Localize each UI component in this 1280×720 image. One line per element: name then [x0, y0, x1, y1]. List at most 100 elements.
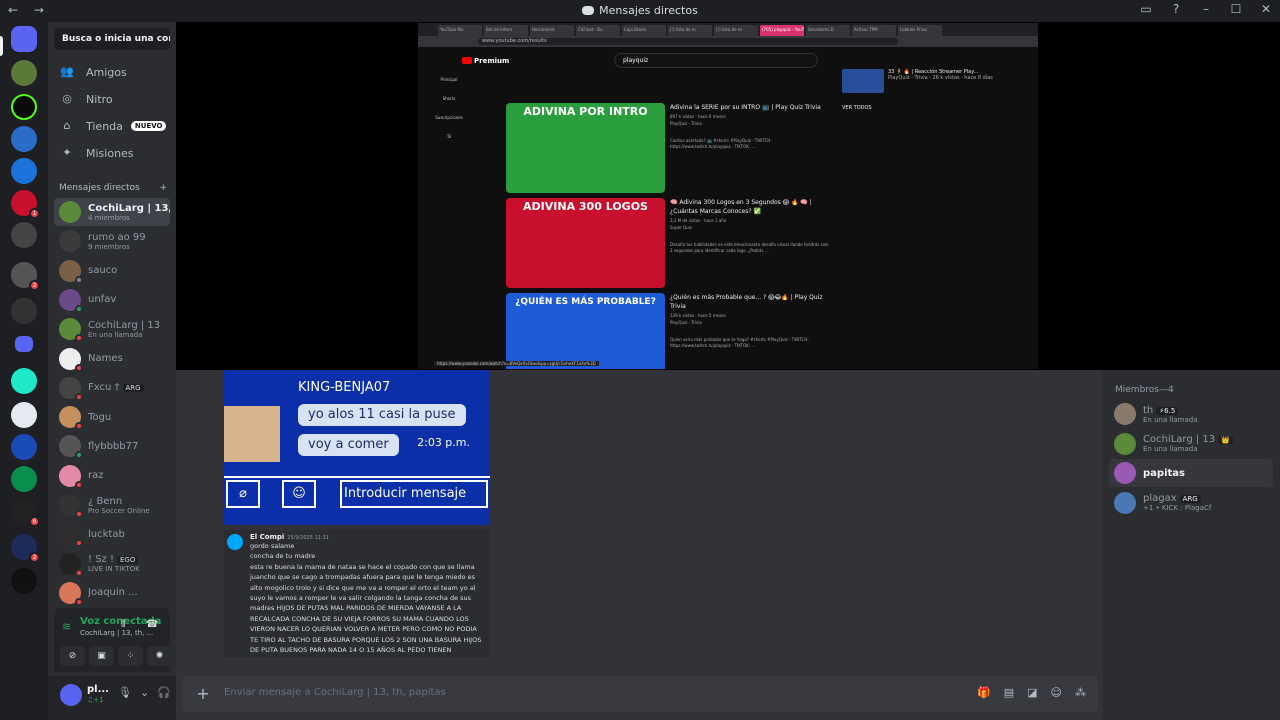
member-list-header: Miembros—4 — [1115, 385, 1174, 395]
inbox-icon[interactable]: ▭ — [1140, 2, 1152, 16]
member-item[interactable]: plagax ARG +1 • KICK : PlagaCf — [1109, 489, 1273, 517]
screenshare-button[interactable]: ▣ — [89, 646, 114, 666]
new-badge: NUEVO — [130, 121, 167, 131]
dm-item[interactable]: raz — [54, 462, 170, 490]
dm-item[interactable]: lucktab — [54, 520, 170, 548]
video-description: Desafía tus habilidades en este emociona… — [670, 242, 829, 253]
minimize-button[interactable]: – — [1200, 2, 1212, 16]
server-icon[interactable] — [11, 368, 37, 394]
dm-item[interactable]: sauco — [54, 257, 170, 285]
sidebar-item-label: Tienda — [86, 119, 123, 133]
dm-item[interactable]: Togu — [54, 403, 170, 431]
server-folder[interactable] — [11, 222, 37, 248]
dm-item[interactable]: ! Sz ! EGO LIVE IN TIKTOK — [54, 550, 170, 578]
folder-icon[interactable] — [15, 336, 33, 352]
member-sub: En una llamada — [1143, 415, 1198, 424]
avatar — [59, 581, 83, 606]
sidebar-item-tienda[interactable]: ⌂ Tienda NUEVO — [54, 114, 170, 138]
dm-header: Mensajes directos + — [59, 183, 167, 193]
avatar[interactable] — [60, 684, 82, 706]
soundboard-button[interactable]: ✺ — [147, 646, 172, 666]
shop-icon: ⌂ — [63, 119, 71, 132]
camera-off-button[interactable]: ⊘ — [60, 646, 85, 666]
voice-channel[interactable]: CochiLarg | 13, th, ... — [80, 629, 153, 637]
sidebar-item-misiones[interactable]: ✦ Misiones — [54, 141, 170, 165]
browser-tab: (705) playquiz - YouTu — [760, 25, 804, 36]
server-icon[interactable]: 6 — [11, 498, 40, 527]
server-icon[interactable] — [11, 434, 37, 460]
dm-item[interactable]: ¿ Benn Pro Soccer Online — [54, 491, 170, 519]
activities-button[interactable]: ⁘ — [118, 646, 143, 666]
headphones-icon[interactable]: 🎧 — [157, 686, 171, 699]
dm-tag: ARG — [122, 384, 144, 393]
message[interactable]: El Compi 25/9/2025 11:31 gordo salame conc… — [224, 530, 490, 657]
member-sub: +1 • KICK : PlagaCf — [1143, 504, 1212, 512]
user-name[interactable]: pl... — [87, 684, 109, 695]
chevron-down-icon[interactable]: ⌄ — [140, 686, 149, 699]
sticker-icon[interactable]: ◪ — [1027, 686, 1037, 699]
dm-item[interactable]: CochiLarg | 13,...4 miembros — [54, 198, 170, 226]
composer-tools: 🎁 ▤ ◪ ☺ ⁂ — [977, 686, 1086, 699]
attachment-image[interactable]: KING-BENJA07 yo alos 11 casi la puse voy… — [224, 370, 490, 525]
dm-name: Joaquin ... — [88, 587, 138, 599]
server-folder[interactable]: 2 — [11, 534, 40, 563]
message-input[interactable]: Enviar mensaje a CochiLarg | 13, th, pap… — [224, 687, 446, 698]
create-dm-button[interactable]: + — [159, 183, 167, 193]
sidebar-item-nitro[interactable]: ◎ Nitro — [54, 87, 170, 111]
help-icon[interactable]: ? — [1170, 2, 1182, 16]
video-title: 🧠 Adivina 300 Logos en 3 Segundos 😱 🔥 🧠 … — [670, 199, 812, 215]
server-icon[interactable] — [11, 402, 37, 428]
dm-item[interactable]: Joaquin ... — [54, 579, 170, 607]
address-bar: www.youtube.com/results — [478, 38, 898, 45]
microphone-icon[interactable]: 🎙 — [118, 686, 132, 699]
dm-text: CochiLarg | 13,...4 miembros — [88, 203, 170, 222]
message-author[interactable]: El Compi — [250, 533, 284, 541]
related-meta: PlayQuiz - Trivia · 26 k vistas · hace 8… — [888, 75, 993, 81]
dm-item[interactable]: flybbbb77 — [54, 432, 170, 460]
member-item[interactable]: th ⚡6.5 En una llamada — [1109, 400, 1273, 428]
server-icon[interactable] — [11, 126, 37, 152]
maximize-button[interactable]: ☐ — [1230, 2, 1242, 16]
server-icon[interactable] — [11, 158, 37, 184]
apps-icon[interactable]: ⁂ — [1075, 686, 1086, 699]
dm-text: Joaquin ... — [88, 587, 138, 598]
home-button[interactable] — [11, 26, 37, 52]
server-folder[interactable] — [11, 298, 37, 324]
server-folder[interactable] — [11, 568, 37, 594]
video-result: ADIVINA 300 LOGOS 🧠 Adivina 300 Logos en … — [506, 198, 836, 292]
browser-tab: YouTube Mu — [438, 25, 482, 36]
sidebar-item-amigos[interactable]: 👥 Amigos — [54, 60, 170, 84]
message-composer: + Enviar mensaje a CochiLarg | 13, th, p… — [182, 676, 1098, 712]
add-attachment-button[interactable]: + — [194, 685, 212, 703]
emoji-icon[interactable]: ☺ — [1051, 686, 1062, 699]
member-item[interactable]: CochiLarg | 13 👑 En una llamada — [1109, 430, 1273, 458]
dm-sub: LIVE IN TIKTOK — [88, 565, 140, 574]
server-icon[interactable] — [11, 466, 37, 492]
gift-icon[interactable]: 🎁 — [977, 686, 991, 699]
noise-suppression-icon[interactable]: ⦀ — [121, 619, 125, 630]
dm-item[interactable]: unfav — [54, 286, 170, 314]
search-button[interactable]: Busca o inicia una conv... — [54, 28, 170, 50]
dm-item[interactable]: CochiLarg | 13 En una llamada — [54, 315, 170, 343]
video-result: ADIVINA POR INTRO Adivina la SERIE por su… — [506, 103, 836, 197]
server-icon[interactable] — [11, 94, 37, 120]
status-indicator — [75, 363, 83, 372]
dm-item[interactable]: Names — [54, 345, 170, 373]
dm-item[interactable]: Fxcu † ARG — [54, 374, 170, 402]
window-title: Mensajes directos — [0, 4, 1280, 17]
avatar[interactable] — [227, 534, 243, 550]
image-inputbar: ⌀ ☺ Introducir mensaje — [224, 476, 490, 508]
server-icon[interactable]: 1 — [11, 190, 40, 219]
server-icon[interactable] — [11, 60, 37, 86]
dm-name: rumo ao 99 — [88, 231, 146, 243]
member-list: Miembros—4 th ⚡6.5 En una llamada CochiLarg… — [1103, 370, 1280, 720]
gif-icon[interactable]: ▤ — [1004, 686, 1014, 699]
close-button[interactable]: ✕ — [1260, 2, 1272, 16]
member-text: plagax ARG +1 • KICK : PlagaCf — [1143, 493, 1211, 512]
member-item[interactable]: papitas — [1109, 459, 1273, 487]
thumbnail-text: ADIVINA 300 LOGOS — [523, 200, 648, 213]
dm-item[interactable]: rumo ao 99 9 miembros — [54, 227, 170, 255]
server-folder[interactable]: 2 — [11, 262, 40, 291]
video-title: ¿Quién es más Probable que... ? 😱😂🔥 | Pl… — [670, 294, 823, 310]
disconnect-icon[interactable]: ☎ — [146, 619, 158, 630]
